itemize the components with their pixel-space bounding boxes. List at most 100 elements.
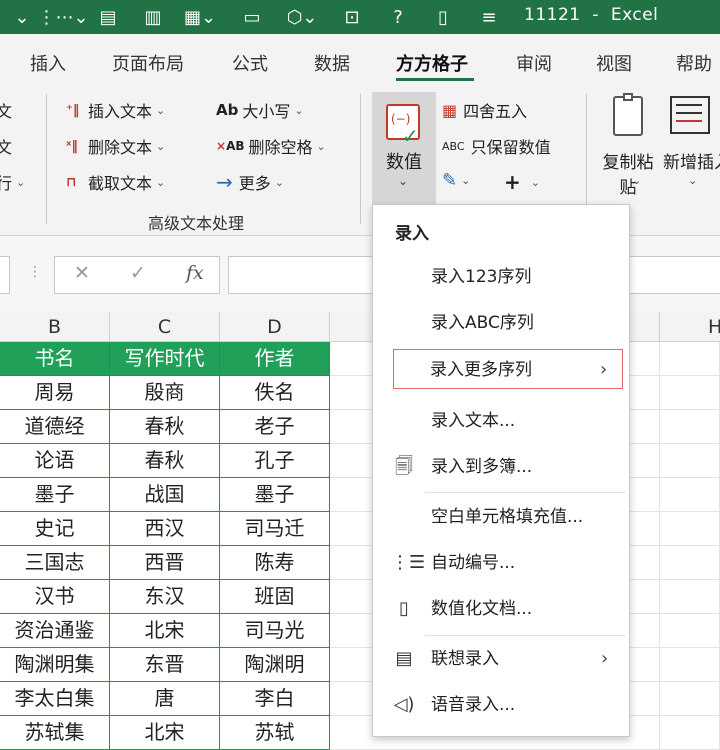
tab-help[interactable]: 帮助 — [676, 50, 712, 76]
table-cell[interactable]: 司马光 — [220, 614, 330, 648]
round-button[interactable]: ▦ 四舍五入 — [442, 98, 527, 122]
empty-cell[interactable] — [660, 580, 720, 614]
name-box[interactable] — [0, 256, 10, 294]
chart-icon[interactable]: ▥ — [138, 4, 168, 30]
plus-button[interactable]: + ⌄ — [504, 170, 540, 194]
table-cell[interactable]: 司马迁 — [220, 512, 330, 546]
tab-fangfang[interactable]: 方方格子 — [396, 50, 468, 76]
table-cell[interactable]: 道德经 — [0, 410, 110, 444]
menu-item-multi-workbook[interactable]: 🗐 录入到多簿... — [373, 447, 629, 487]
table-cell[interactable]: 三国志 — [0, 546, 110, 580]
tab-formulas[interactable]: 公式 — [232, 50, 268, 76]
table-cell[interactable]: 苏轼 — [220, 716, 330, 750]
tab-page-layout[interactable]: 页面布局 — [112, 50, 184, 76]
empty-cell[interactable] — [660, 614, 720, 648]
table-cell[interactable]: 史记 — [0, 512, 110, 546]
document-icon[interactable]: ▯ — [428, 4, 458, 30]
empty-cell[interactable] — [660, 342, 720, 376]
table-cell[interactable]: 李白 — [220, 682, 330, 716]
form-icon[interactable]: ▤ — [92, 4, 124, 30]
dropdown-arrow-icon[interactable]: ⌄ — [8, 4, 36, 30]
more-button[interactable]: → 更多 ⌄ — [216, 170, 284, 194]
table-header-cell[interactable]: 书名 — [0, 342, 110, 376]
table-cell[interactable]: 陶渊明集 — [0, 648, 110, 682]
function-icon[interactable]: fx — [186, 262, 204, 284]
delete-text-button[interactable]: ˣ‖ 删除文本 ⌄ — [66, 134, 165, 158]
empty-cell[interactable] — [660, 444, 720, 478]
table-cell[interactable]: 汉书 — [0, 580, 110, 614]
menu-item-more-sequences[interactable]: 录入更多序列 › — [393, 349, 623, 389]
table-cell[interactable]: 陶渊明 — [220, 648, 330, 682]
table-cell[interactable]: 春秋 — [110, 444, 220, 478]
insert-text-button[interactable]: ⁺‖ 插入文本 ⌄ — [66, 98, 165, 122]
column-header-c[interactable]: C — [110, 312, 220, 342]
empty-cell[interactable] — [660, 546, 720, 580]
textbox-icon[interactable]: ⊡ — [336, 4, 368, 30]
table-header-cell[interactable]: 写作时代 — [110, 342, 220, 376]
table-cell[interactable]: 论语 — [0, 444, 110, 478]
screen-icon[interactable]: ▭ — [236, 4, 268, 30]
menu-item-enter-text[interactable]: 录入文本... — [373, 401, 629, 441]
empty-cell[interactable] — [660, 376, 720, 410]
grid-icon[interactable]: ▦⌄ — [176, 4, 224, 30]
vertical-dots-icon[interactable]: ⋮ — [28, 264, 42, 280]
keep-numbers-button[interactable]: ABC 只保留数值 — [442, 134, 551, 158]
menu-item-numeric-doc[interactable]: ▯ 数值化文档... — [373, 589, 629, 629]
table-cell[interactable]: 陈寿 — [220, 546, 330, 580]
partial-button-1[interactable]: 文 — [0, 98, 12, 122]
tab-data[interactable]: 数据 — [314, 50, 350, 76]
empty-cell[interactable] — [660, 648, 720, 682]
number-button[interactable]: (−) ✓ 数值 ⌄ — [372, 92, 436, 210]
list-dropdown-icon[interactable]: ⋮⋯⌄ — [36, 4, 90, 30]
shapes-icon[interactable]: ⬡⌄ — [276, 4, 328, 30]
menu-item-auto-number[interactable]: ⋮☰ 自动编号... — [373, 543, 629, 583]
empty-cell[interactable] — [660, 682, 720, 716]
extract-text-button[interactable]: ⊓ 截取文本 ⌄ — [66, 170, 165, 194]
customize-icon[interactable]: ≡ — [474, 4, 504, 30]
menu-item-sequence-abc[interactable]: 录入ABC序列 — [373, 303, 629, 343]
table-cell[interactable]: 墨子 — [0, 478, 110, 512]
column-header-b[interactable]: B — [0, 312, 110, 342]
menu-item-suggest-entry[interactable]: ▤ 联想录入 › — [373, 639, 629, 679]
table-cell[interactable]: 东汉 — [110, 580, 220, 614]
table-cell[interactable]: 战国 — [110, 478, 220, 512]
edit-button[interactable]: ✎ ⌄ — [442, 170, 470, 191]
table-cell[interactable]: 北宋 — [110, 716, 220, 750]
table-cell[interactable]: 东晋 — [110, 648, 220, 682]
partial-button-2[interactable]: 文 — [0, 134, 12, 158]
case-button[interactable]: Ab 大小写 ⌄ — [216, 98, 304, 122]
table-cell[interactable]: 唐 — [110, 682, 220, 716]
table-cell[interactable]: 西汉 — [110, 512, 220, 546]
tab-view[interactable]: 视图 — [596, 50, 632, 76]
tab-insert[interactable]: 插入 — [30, 50, 66, 76]
table-cell[interactable]: 孔子 — [220, 444, 330, 478]
menu-item-fill-blank[interactable]: 空白单元格填充值... — [373, 497, 629, 537]
column-header-h[interactable]: H — [660, 312, 720, 342]
tab-review[interactable]: 审阅 — [516, 50, 552, 76]
table-cell[interactable]: 老子 — [220, 410, 330, 444]
table-cell[interactable]: 佚名 — [220, 376, 330, 410]
column-header-d[interactable]: D — [220, 312, 330, 342]
table-cell[interactable]: 春秋 — [110, 410, 220, 444]
partial-button-3[interactable]: 行 ⌄ — [0, 170, 25, 194]
table-cell[interactable]: 西晋 — [110, 546, 220, 580]
help-icon[interactable]: ? — [380, 4, 416, 30]
table-cell[interactable]: 周易 — [0, 376, 110, 410]
table-cell[interactable]: 苏轼集 — [0, 716, 110, 750]
table-cell[interactable]: 北宋 — [110, 614, 220, 648]
table-cell[interactable]: 班固 — [220, 580, 330, 614]
remove-spaces-button[interactable]: ×AB 删除空格 ⌄ — [216, 134, 326, 158]
table-header-cell[interactable]: 作者 — [220, 342, 330, 376]
confirm-icon[interactable]: ✓ — [130, 262, 146, 284]
menu-item-sequence-123[interactable]: 录入123序列 — [373, 257, 629, 297]
menu-item-voice-entry[interactable]: ◁) 语音录入... — [373, 685, 629, 725]
table-cell[interactable]: 殷商 — [110, 376, 220, 410]
empty-cell[interactable] — [660, 410, 720, 444]
empty-cell[interactable] — [660, 512, 720, 546]
table-cell[interactable]: 墨子 — [220, 478, 330, 512]
cancel-icon[interactable]: ✕ — [74, 262, 90, 284]
empty-cell[interactable] — [660, 478, 720, 512]
insert-new-button[interactable]: 新增插入 ⌄ — [662, 96, 720, 187]
empty-cell[interactable] — [660, 716, 720, 750]
table-cell[interactable]: 资治通鉴 — [0, 614, 110, 648]
